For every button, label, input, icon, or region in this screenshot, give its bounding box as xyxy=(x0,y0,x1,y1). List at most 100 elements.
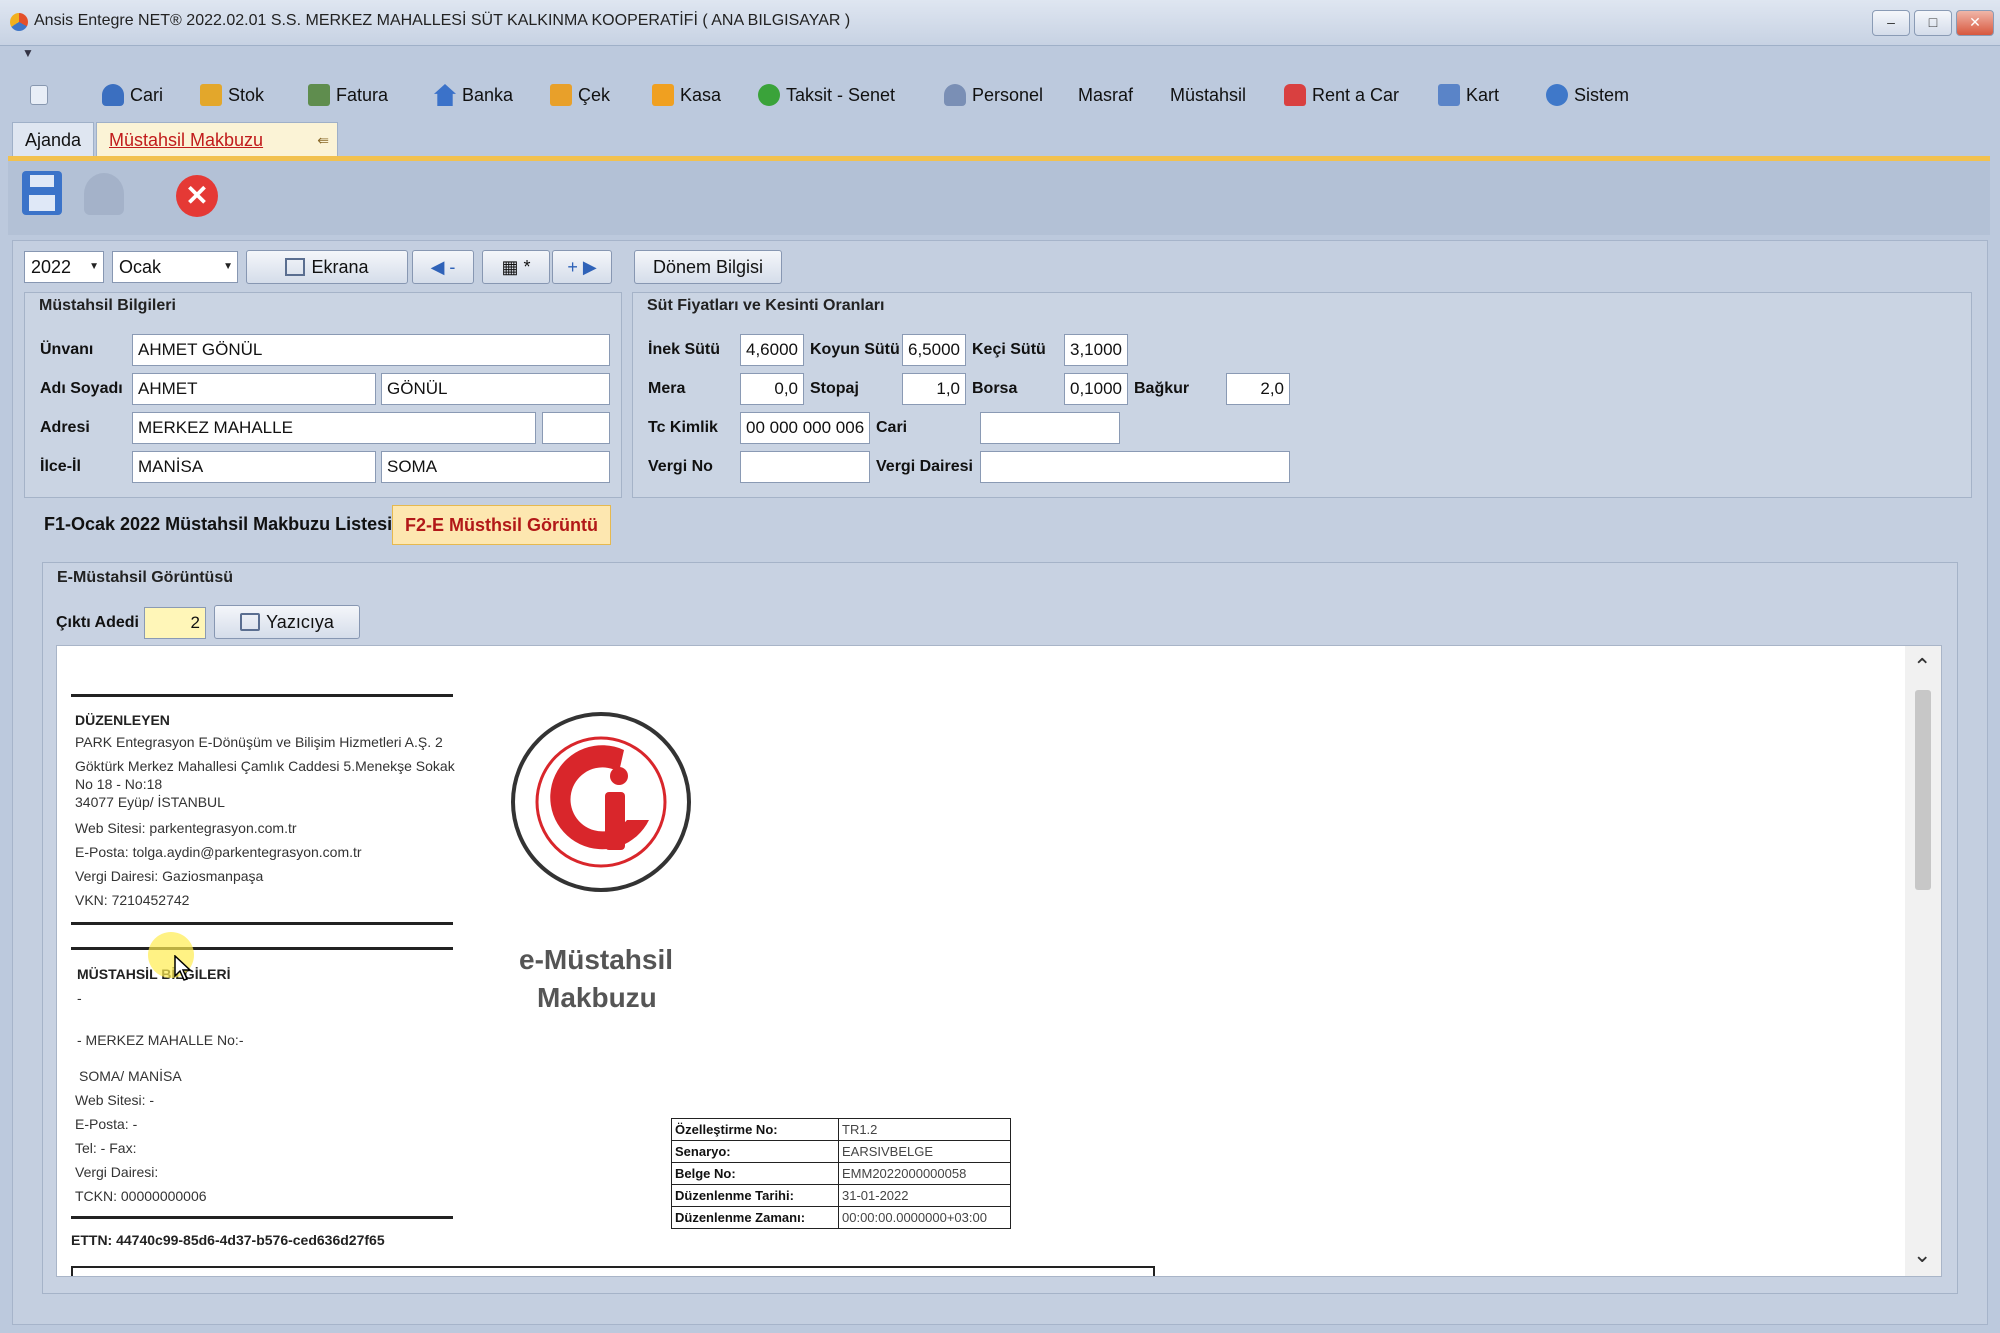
table-row: Düzenlenme Zamanı: 00:00:00.0000000+03:00 xyxy=(671,1206,1011,1229)
koyun-sutu-label: Koyun Sütü xyxy=(810,341,900,358)
cancel-icon[interactable]: ✕ xyxy=(176,175,218,217)
grid-button[interactable]: ▦ * xyxy=(482,250,550,284)
inek-sutu-label: İnek Sütü xyxy=(648,341,721,358)
koyun-sutu-field[interactable]: 6,5000 xyxy=(902,334,966,366)
duzenleyen-title: DÜZENLEYEN xyxy=(75,712,170,728)
mera-field[interactable]: 0,0 xyxy=(740,373,804,405)
cikti-adedi-label: Çıktı Adedi xyxy=(56,614,139,631)
duzenleyen-line: VKN: 7210452742 xyxy=(75,892,190,908)
yaziciya-button[interactable]: Yazıcıya xyxy=(214,605,360,639)
tab-mustahsil-makbuzu[interactable]: Müstahsil Makbuzu ⇚ xyxy=(96,122,338,157)
tc-kimlik-label: Tc Kimlik xyxy=(648,419,718,436)
stopaj-field[interactable]: 1,0 xyxy=(902,373,966,405)
table-row: Belge No: EMM2022000000058 xyxy=(671,1162,1011,1185)
mustahsil-line: Vergi Dairesi: xyxy=(75,1164,159,1180)
mustahsil-line: TCKN: 00000000006 xyxy=(75,1188,207,1204)
menu-taksit-senet[interactable]: Taksit - Senet xyxy=(758,80,895,110)
tab-e-mustahsil-goruntu[interactable]: F2-E Müsthsil Görüntü xyxy=(392,505,611,545)
tab-makbuz-listesi[interactable]: F1-Ocak 2022 Müstahsil Makbuzu Listesi xyxy=(32,505,404,543)
menu-kasa[interactable]: Kasa xyxy=(652,80,721,110)
group-title: Müstahsil Bilgileri xyxy=(39,297,176,314)
quick-access-dropdown[interactable]: ▼ xyxy=(22,46,34,60)
month-select[interactable]: Ocak ▼ xyxy=(112,251,238,283)
menu-sistem[interactable]: Sistem xyxy=(1546,80,1629,110)
document-info-table: Özelleştirme No: TR1.2 Senaryo: EARSIVBELG… xyxy=(671,1118,1011,1229)
adres-no-field[interactable] xyxy=(542,412,610,444)
table-row: Düzenlenme Tarihi: 31-01-2022 xyxy=(671,1184,1011,1207)
ekrana-button[interactable]: Ekrana xyxy=(246,250,408,284)
inek-sutu-field[interactable]: 4,6000 xyxy=(740,334,804,366)
menu-personel[interactable]: Personel xyxy=(944,80,1043,110)
menu-home-icon[interactable] xyxy=(30,80,48,110)
adres-label: Adresi xyxy=(40,419,90,436)
gib-logo-icon xyxy=(511,712,691,892)
save-icon[interactable] xyxy=(22,171,62,215)
vertical-scrollbar[interactable]: ⌃ ⌄ xyxy=(1905,646,1941,1276)
soyad-field[interactable]: GÖNÜL xyxy=(381,373,610,405)
mustahsil-line: E-Posta: - xyxy=(75,1116,138,1132)
divider xyxy=(71,922,453,925)
bagkur-label: Bağkur xyxy=(1134,380,1190,397)
vergi-no-field[interactable] xyxy=(740,451,870,483)
maximize-button[interactable]: □ xyxy=(1914,10,1952,36)
menu-cari[interactable]: Cari xyxy=(102,80,163,110)
document-preview[interactable]: DÜZENLEYEN PARK Entegrasyon E-Dönüşüm ve… xyxy=(56,645,1942,1277)
il-field[interactable]: SOMA xyxy=(381,451,610,483)
tc-kimlik-field[interactable]: 00 000 000 006 xyxy=(740,412,870,444)
close-button[interactable]: ✕ xyxy=(1956,10,1994,36)
duzenleyen-line: Göktürk Merkez Mahallesi Çamlık Caddesi … xyxy=(75,758,455,774)
menu-banka[interactable]: Banka xyxy=(434,80,513,110)
menu-cek[interactable]: Çek xyxy=(550,80,610,110)
group-title: Süt Fiyatları ve Kesinti Oranları xyxy=(647,297,885,314)
scrollbar-thumb[interactable] xyxy=(1915,690,1931,890)
ad-field[interactable]: AHMET xyxy=(132,373,376,405)
vergi-dairesi-field[interactable] xyxy=(980,451,1290,483)
ilce-field[interactable]: MANİSA xyxy=(132,451,376,483)
keci-sutu-field[interactable]: 3,1000 xyxy=(1064,334,1128,366)
menu-masraf[interactable]: Masraf xyxy=(1078,80,1133,110)
duzenleyen-line: 34077 Eyüp/ İSTANBUL xyxy=(75,794,225,810)
chevron-down-icon: ▼ xyxy=(223,261,233,272)
tab-ajanda[interactable]: Ajanda xyxy=(12,122,95,157)
cikti-adedi-input[interactable]: 2 xyxy=(144,607,206,639)
menu-kart[interactable]: Kart xyxy=(1438,80,1499,110)
main-menu: Cari Stok Fatura Banka Çek Kasa Taksit -… xyxy=(0,72,2000,116)
adres-field[interactable]: MERKEZ MAHALLE xyxy=(132,412,536,444)
keci-sutu-label: Keçi Sütü xyxy=(972,341,1046,358)
ettn-text: ETTN: 44740c99-85d6-4d37-b576-ced636d27f… xyxy=(71,1232,385,1248)
next-button[interactable]: + ▶ xyxy=(552,250,612,284)
unvan-field[interactable]: AHMET GÖNÜL xyxy=(132,334,610,366)
minimize-button[interactable]: – xyxy=(1872,10,1910,36)
borsa-label: Borsa xyxy=(972,380,1018,397)
menu-mustahsil[interactable]: Müstahsil xyxy=(1170,80,1246,110)
stock-icon xyxy=(200,84,222,106)
menu-rent-a-car[interactable]: Rent a Car xyxy=(1284,80,1399,110)
year-select[interactable]: 2022 ▼ xyxy=(24,251,104,283)
previous-button[interactable]: ◀ - xyxy=(412,250,474,284)
app-icon xyxy=(10,13,28,31)
chevron-down-icon: ▼ xyxy=(89,261,99,272)
vergi-dairesi-label: Vergi Dairesi xyxy=(876,458,973,475)
check-icon xyxy=(550,84,572,106)
vergi-no-label: Vergi No xyxy=(648,458,713,475)
menu-stok[interactable]: Stok xyxy=(200,80,264,110)
cari-field[interactable] xyxy=(980,412,1120,444)
items-table-header xyxy=(71,1266,1155,1276)
window-title: Ansis Entegre NET® 2022.02.01 S.S. MERKE… xyxy=(34,12,851,29)
borsa-field[interactable]: 0,1000 xyxy=(1064,373,1128,405)
car-icon xyxy=(1284,84,1306,106)
installment-icon xyxy=(758,84,780,106)
doc-title-line1: e-Müstahsil xyxy=(519,944,674,975)
scroll-down-icon[interactable]: ⌄ xyxy=(1913,1242,1931,1268)
duzenleyen-line: Web Sitesi: parkentegrasyon.com.tr xyxy=(75,820,297,836)
mustahsil-line: Web Sitesi: - xyxy=(75,1092,155,1108)
pin-icon[interactable]: ⇚ xyxy=(317,123,329,157)
cash-box-icon xyxy=(652,84,674,106)
toolbar: ✕ xyxy=(8,161,1990,235)
doc-title-line2: Makbuzu xyxy=(537,982,657,1013)
donem-bilgisi-button[interactable]: Dönem Bilgisi xyxy=(634,250,782,284)
scroll-up-icon[interactable]: ⌃ xyxy=(1913,654,1931,680)
menu-fatura[interactable]: Fatura xyxy=(308,80,388,110)
user-disabled-icon xyxy=(84,173,124,215)
bagkur-field[interactable]: 2,0 xyxy=(1226,373,1290,405)
